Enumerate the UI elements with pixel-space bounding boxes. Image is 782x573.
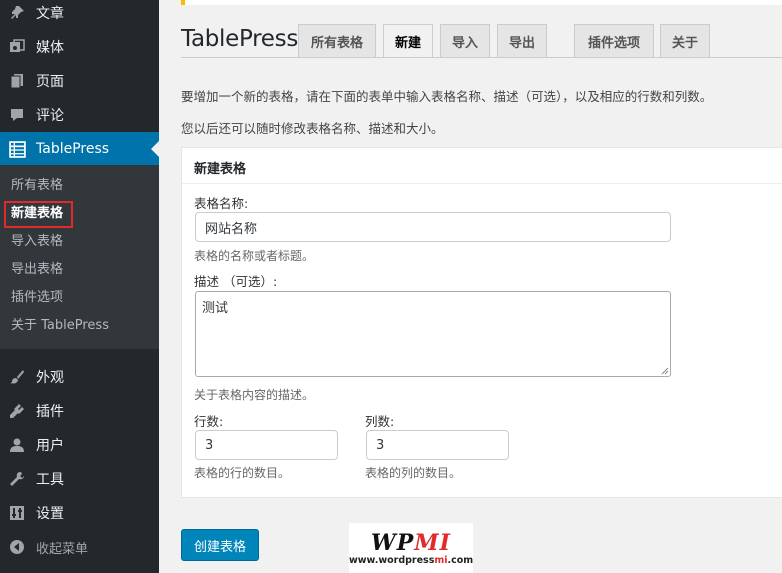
submenu-import[interactable]: 导入表格 — [11, 232, 63, 252]
new-table-panel: 新建表格 表格名称: 网站名称 表格的名称或者标题。 描述 （可选）: 测试 关… — [181, 147, 782, 498]
description-label: 描述 （可选）: — [194, 274, 278, 289]
submenu-export[interactable]: 导出表格 — [11, 260, 63, 280]
rows-value: 3 — [205, 437, 214, 453]
logo-url-c: .com — [447, 555, 474, 566]
menu-label: 用户 — [36, 438, 64, 454]
page-icon — [8, 72, 26, 90]
menu-label: 设置 — [36, 506, 64, 522]
tab-about[interactable]: 关于 — [660, 24, 710, 58]
description-value: 测试 — [202, 301, 229, 316]
menu-label: TablePress — [36, 141, 110, 157]
tab-new[interactable]: 新建 — [383, 24, 433, 58]
tab-divider — [181, 57, 782, 58]
cols-input[interactable]: 3 — [366, 430, 509, 460]
pushpin-icon — [8, 4, 26, 22]
tab-all-tables[interactable]: 所有表格 — [298, 24, 376, 58]
collapse-menu[interactable]: 收起菜单 — [0, 530, 159, 564]
menu-item-users[interactable]: 用户 — [0, 428, 159, 462]
notice-strip — [181, 0, 782, 5]
panel-title: 新建表格 — [194, 162, 247, 177]
rows-input[interactable]: 3 — [195, 430, 338, 460]
menu-label: 文章 — [36, 6, 64, 22]
rows-label: 行数: — [194, 414, 224, 429]
menu-item-settings[interactable]: 设置 — [0, 496, 159, 530]
menu-label: 媒体 — [36, 40, 64, 56]
tab-export[interactable]: 导出 — [497, 24, 547, 58]
menu-item-appearance[interactable]: 外观 — [0, 360, 159, 394]
menu-label: 外观 — [36, 370, 64, 386]
menu-item-pages[interactable]: 页面 — [0, 64, 159, 98]
menu-item-plugins[interactable]: 插件 — [0, 394, 159, 428]
menu-label: 插件 — [36, 404, 64, 420]
settings-icon — [8, 504, 26, 522]
cols-label: 列数: — [365, 414, 395, 429]
intro-text-1: 要增加一个新的表格，请在下面的表单中输入表格名称、描述（可选），以及相应的行数和… — [181, 89, 713, 104]
admin-sidebar: 文章 媒体 页面 评论 TablePress 所有表格 新建表格 导入表格 导出… — [0, 0, 159, 573]
table-name-input[interactable]: 网站名称 — [195, 212, 671, 242]
logo-url-b: mi — [434, 555, 448, 566]
cols-value: 3 — [376, 437, 385, 453]
rows-hint: 表格的行的数目。 — [194, 466, 291, 480]
logo-url-a: www.wordpress — [349, 555, 435, 566]
page-title: TablePress — [181, 26, 299, 52]
highlight-box — [4, 201, 73, 228]
current-arrow — [151, 141, 159, 157]
menu-label: 工具 — [36, 472, 64, 488]
menu-label: 评论 — [36, 108, 64, 124]
submenu-options[interactable]: 插件选项 — [11, 288, 63, 308]
comment-icon — [8, 106, 26, 124]
menu-item-posts[interactable]: 文章 — [0, 0, 159, 30]
paintbrush-icon — [8, 368, 26, 386]
table-name-label: 表格名称: — [194, 196, 249, 211]
logo-word-b: MI — [414, 530, 451, 556]
menu-item-media[interactable]: 媒体 — [0, 30, 159, 64]
table-name-value: 网站名称 — [205, 221, 258, 237]
table-icon — [8, 140, 26, 158]
wrench-icon — [8, 470, 26, 488]
menu-label: 收起菜单 — [36, 541, 89, 557]
plugin-icon — [8, 402, 26, 420]
tab-import[interactable]: 导入 — [440, 24, 490, 58]
menu-item-comments[interactable]: 评论 — [0, 98, 159, 132]
intro-text-2: 您以后还可以随时修改表格名称、描述和大小。 — [181, 121, 444, 136]
wpmi-logo: WPMI www.wordpressmi.com — [349, 523, 473, 573]
menu-label: 页面 — [36, 74, 64, 90]
menu-item-tools[interactable]: 工具 — [0, 462, 159, 496]
logo-word-a: WP — [371, 530, 415, 556]
tablepress-submenu: 所有表格 新建表格 导入表格 导出表格 插件选项 关于 TablePress — [0, 165, 159, 349]
resize-handle-icon[interactable] — [661, 367, 669, 375]
description-hint: 关于表格内容的描述。 — [194, 388, 315, 402]
logo-wordmark: WPMI — [349, 530, 473, 556]
cols-hint: 表格的列的数目。 — [365, 466, 462, 480]
submenu-all-tables[interactable]: 所有表格 — [11, 176, 63, 196]
panel-header: 新建表格 — [182, 148, 782, 184]
user-icon — [8, 436, 26, 454]
tab-plugin-options[interactable]: 插件选项 — [574, 24, 654, 58]
description-textarea[interactable]: 测试 — [195, 291, 671, 377]
table-name-hint: 表格的名称或者标题。 — [194, 249, 315, 263]
create-table-button[interactable]: 创建表格 — [181, 529, 259, 561]
submenu-about[interactable]: 关于 TablePress — [11, 316, 109, 336]
media-icon — [8, 38, 26, 56]
collapse-icon — [8, 538, 26, 556]
menu-item-tablepress[interactable]: TablePress — [0, 132, 159, 166]
logo-url: www.wordpressmi.com — [349, 555, 473, 566]
